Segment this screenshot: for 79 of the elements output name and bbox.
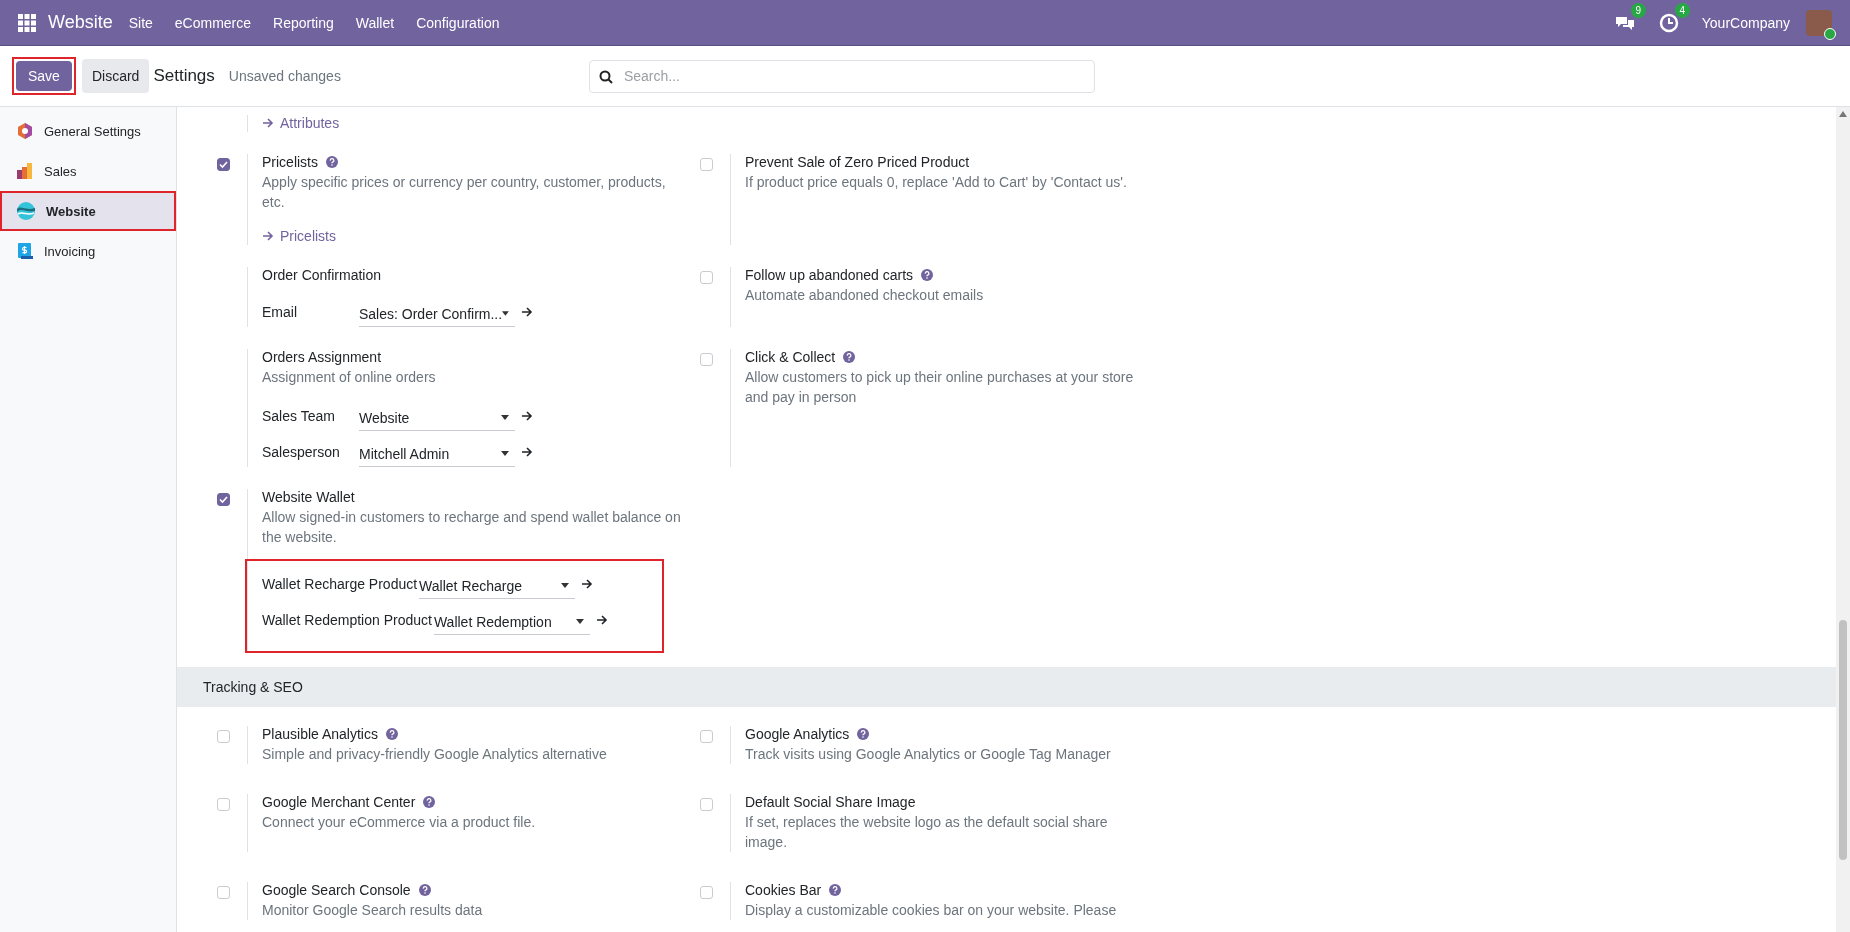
app-title[interactable]: Website bbox=[48, 12, 113, 33]
apps-grid-icon[interactable] bbox=[18, 13, 36, 32]
invoice-icon bbox=[16, 242, 34, 260]
checkbox[interactable] bbox=[217, 158, 230, 171]
page-title: Settings bbox=[153, 66, 215, 86]
hexagon-icon bbox=[16, 122, 34, 140]
select-field[interactable]: Website bbox=[359, 405, 515, 431]
arrow-right-icon[interactable] bbox=[521, 410, 533, 422]
setting-description: Display a customizable cookies bar on your website. Please bbox=[745, 901, 1118, 920]
setting-description: Apply specific prices or currency per country, customer, products, etc. bbox=[262, 173, 667, 212]
setting-description: Connect your eCommerce via a product file. bbox=[262, 813, 537, 832]
setting-description: Simple and privacy-friendly Google Analytics alternative bbox=[262, 745, 608, 764]
scrollbar-thumb[interactable] bbox=[1839, 620, 1847, 860]
sidebar-item[interactable]: Invoicing bbox=[0, 231, 176, 271]
caret-icon bbox=[561, 583, 570, 588]
notification-badge: 9 bbox=[1630, 2, 1646, 18]
sidebar-item[interactable]: General Settings bbox=[0, 111, 176, 151]
save-button[interactable]: Save bbox=[16, 61, 72, 91]
search-field[interactable]: Search... bbox=[588, 59, 1095, 93]
setting-title: Default Social Share Image bbox=[745, 794, 916, 810]
sidebar-item[interactable]: Sales bbox=[0, 151, 176, 191]
field-label: Sales Team bbox=[262, 408, 336, 424]
setting-description: If product price equals 0, replace 'Add to Cart' by 'Contact us'. bbox=[745, 173, 1128, 192]
arrow-right-icon[interactable] bbox=[521, 306, 533, 318]
notification-badge: 4 bbox=[1674, 2, 1690, 18]
setting-title: Google Search Console bbox=[262, 882, 411, 898]
search-icon bbox=[598, 69, 613, 84]
scrollbar[interactable] bbox=[1836, 107, 1850, 932]
setting-description: Monitor Google Search results data bbox=[262, 901, 484, 920]
menu-item[interactable]: Site bbox=[128, 14, 153, 31]
clock-icon[interactable] bbox=[1657, 11, 1680, 34]
caret-icon bbox=[575, 619, 584, 624]
globe-wave-icon bbox=[16, 201, 36, 221]
setting-title: Orders Assignment bbox=[262, 349, 382, 365]
setting-description: Automate abandoned checkout emails bbox=[745, 286, 985, 305]
link[interactable]: Pricelists bbox=[262, 228, 336, 244]
arrow-right-icon[interactable] bbox=[521, 446, 533, 458]
setting-title: Google Analytics bbox=[745, 726, 850, 742]
setting-description: Assignment of online orders bbox=[262, 368, 437, 387]
setting-title: Order Confirmation bbox=[262, 267, 382, 283]
bar-chart-icon bbox=[16, 162, 34, 180]
link[interactable]: Attributes bbox=[262, 115, 340, 131]
setting-title: Follow up abandoned carts bbox=[745, 267, 914, 283]
setting-title: Prevent Sale of Zero Priced Product bbox=[745, 154, 970, 170]
select-field[interactable]: Sales: Order Confirm... bbox=[359, 301, 515, 327]
field-label: Email bbox=[262, 304, 298, 320]
menu-item[interactable]: Reporting bbox=[273, 14, 334, 31]
select-field[interactable]: Wallet Recharge bbox=[419, 573, 576, 599]
setting-title: Cookies Bar bbox=[745, 882, 822, 898]
setting-description: Track visits using Google Analytics or Google Tag Manager bbox=[745, 745, 1112, 764]
select-field[interactable]: Wallet Redemption bbox=[433, 609, 590, 635]
menu-item[interactable]: Configuration bbox=[416, 14, 500, 31]
arrow-right-icon[interactable] bbox=[581, 578, 594, 590]
caret-icon bbox=[502, 311, 509, 316]
sidebar-item[interactable]: Website bbox=[0, 191, 176, 231]
caret-icon bbox=[501, 451, 509, 456]
scroll-up-icon[interactable] bbox=[1839, 111, 1847, 117]
status-text: Unsaved changes bbox=[228, 68, 341, 84]
caret-icon bbox=[501, 415, 509, 420]
setting-description: Allow customers to pick up their online purchases at your store and pay in person bbox=[745, 368, 1135, 407]
setting-title: Google Merchant Center bbox=[262, 794, 416, 810]
setting-title: Pricelists bbox=[262, 154, 318, 170]
field-label: Wallet Redemption Product bbox=[262, 612, 432, 628]
field-label: Salesperson bbox=[262, 444, 341, 460]
select-field[interactable]: Mitchell Admin bbox=[359, 441, 515, 467]
setting-description: Allow signed-in customers to recharge and spend wallet balance on the website. bbox=[262, 508, 682, 547]
menu-item[interactable]: Wallet bbox=[355, 14, 395, 31]
field-label: Wallet Recharge Product bbox=[262, 576, 418, 592]
setting-title: Click & Collect bbox=[745, 349, 836, 365]
menu-item[interactable]: eCommerce bbox=[174, 14, 252, 31]
setting-title: Website Wallet bbox=[262, 489, 355, 505]
arrow-right-icon bbox=[262, 117, 274, 129]
arrow-right-icon bbox=[262, 230, 274, 242]
arrow-right-icon[interactable] bbox=[595, 614, 608, 626]
checkbox[interactable] bbox=[217, 493, 230, 506]
setting-title: Plausible Analytics bbox=[262, 726, 378, 742]
discard-button[interactable]: Discard bbox=[81, 59, 150, 93]
company-name[interactable]: YourCompany bbox=[1701, 14, 1790, 31]
setting-description: If set, replaces the website logo as the default social share image. bbox=[745, 813, 1109, 852]
